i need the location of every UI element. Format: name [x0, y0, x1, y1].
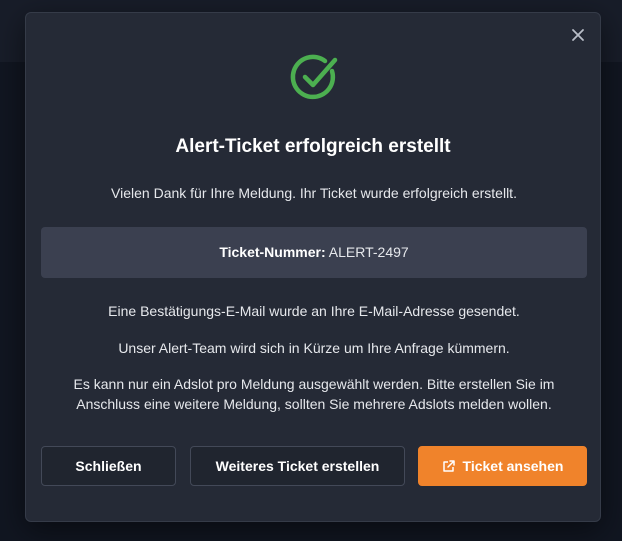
- close-icon[interactable]: [570, 27, 586, 43]
- new-ticket-button-label: Weiteres Ticket erstellen: [215, 458, 380, 474]
- intro-text: Vielen Dank für Ihre Meldung. Ihr Ticket…: [111, 185, 517, 201]
- view-ticket-button[interactable]: Ticket ansehen: [418, 446, 587, 486]
- ticket-number-label: Ticket-Nummer:: [219, 244, 326, 260]
- success-dialog: Alert-Ticket erfolgreich erstellt Vielen…: [25, 12, 601, 522]
- close-button-label: Schließen: [75, 458, 142, 474]
- new-ticket-button[interactable]: Weiteres Ticket erstellen: [190, 446, 405, 486]
- view-ticket-button-label: Ticket ansehen: [462, 458, 564, 474]
- note-text: Es kann nur ein Adslot pro Meldung ausge…: [73, 376, 555, 412]
- external-link-icon: [442, 459, 456, 473]
- team-text: Unser Alert-Team wird sich in Kürze um I…: [118, 340, 510, 356]
- check-circle-icon: [289, 51, 341, 103]
- dialog-title: Alert-Ticket erfolgreich erstellt: [175, 136, 451, 157]
- ticket-number-value: ALERT-2497: [328, 244, 409, 260]
- ticket-number-box: Ticket-Nummer: ALERT-2497: [41, 227, 587, 278]
- close-button[interactable]: Schließen: [41, 446, 176, 486]
- confirmation-text: Eine Bestätigungs-E-Mail wurde an Ihre E…: [108, 303, 520, 319]
